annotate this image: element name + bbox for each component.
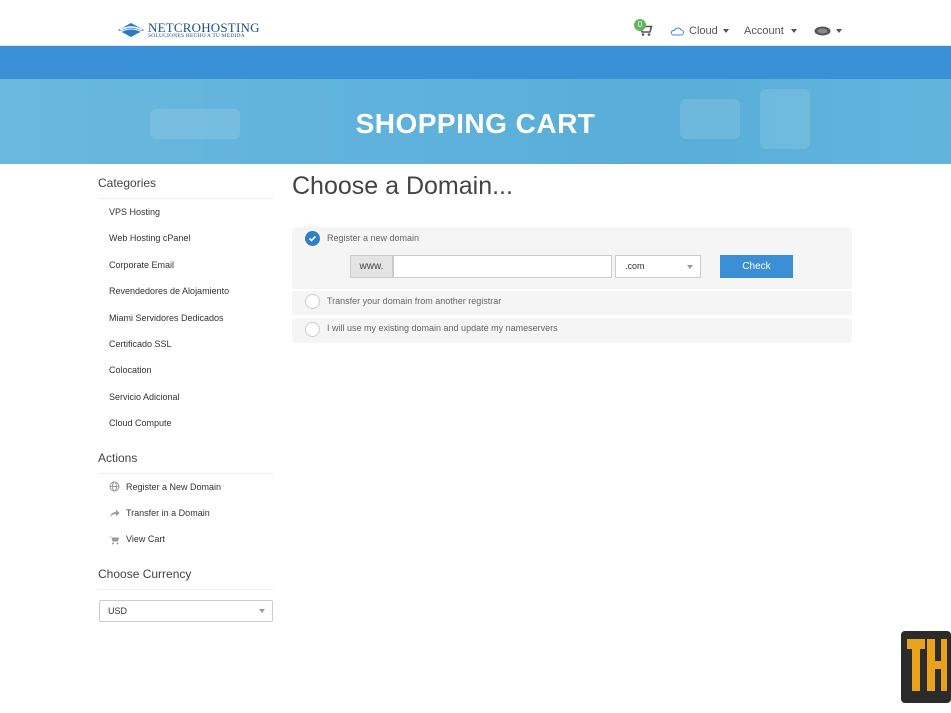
- nav-account-menu[interactable]: Account: [744, 25, 797, 37]
- category-item[interactable]: Miami Servidores Dedicados: [98, 305, 273, 331]
- domain-search-input[interactable]: [393, 255, 612, 278]
- transfer-radio[interactable]: [305, 294, 320, 309]
- watermark-logo-icon: [901, 631, 951, 711]
- category-item[interactable]: Revendedores de Alojamiento: [98, 278, 273, 304]
- tld-value: .com: [625, 261, 645, 271]
- action-label: View Cart: [126, 534, 165, 545]
- top-navbar: NETCROHOSTING SOLUCIONES HECHO A TU MEDI…: [0, 0, 951, 46]
- option-transfer-domain: Transfer your domain from another regist…: [292, 291, 852, 315]
- sidebar: Categories VPS Hosting Web Hosting cPane…: [98, 172, 273, 622]
- language-menu[interactable]: [814, 26, 842, 36]
- category-item[interactable]: Corporate Email: [98, 252, 273, 278]
- register-label[interactable]: Register a new domain: [327, 233, 419, 243]
- option-register-domain: Register a new domain www. .com Check: [292, 227, 852, 289]
- transfer-label[interactable]: Transfer your domain from another regist…: [327, 296, 501, 306]
- category-item[interactable]: Cloud Compute: [98, 410, 273, 436]
- domain-heading: Choose a Domain...: [292, 172, 513, 200]
- chevron-down-icon: [259, 608, 265, 613]
- logo-name: NETCROHOSTING: [148, 19, 260, 35]
- logo-icon: [118, 23, 144, 37]
- site-logo[interactable]: NETCROHOSTING SOLUCIONES HECHO A TU MEDI…: [116, 20, 260, 40]
- register-radio[interactable]: [305, 231, 320, 246]
- globe-icon: [109, 481, 120, 492]
- actions-heading: Actions: [98, 447, 273, 474]
- check-button[interactable]: Check: [720, 255, 793, 278]
- cloud-icon: [670, 27, 684, 35]
- nav-cloud-label: Cloud: [689, 25, 718, 37]
- share-arrow-icon: [110, 509, 120, 517]
- currency-value: USD: [108, 605, 128, 616]
- www-prefix: www.: [350, 255, 393, 278]
- category-item[interactable]: VPS Hosting: [98, 199, 273, 225]
- currency-select[interactable]: USD: [99, 599, 273, 622]
- chevron-down-icon: [790, 29, 797, 33]
- action-register-domain[interactable]: Register a New Domain: [98, 474, 273, 500]
- logo-tagline: SOLUCIONES HECHO A TU MEDIDA: [148, 32, 245, 39]
- flag-icon: [814, 26, 831, 36]
- cart-count-badge: 0: [634, 19, 646, 31]
- category-item[interactable]: Colocation: [98, 357, 273, 383]
- checkmark-icon: [308, 235, 317, 242]
- existing-label[interactable]: I will use my existing domain and update…: [327, 323, 558, 333]
- nav-cloud-menu[interactable]: Cloud: [670, 25, 729, 37]
- categories-heading: Categories: [98, 172, 273, 199]
- chevron-down-icon: [722, 29, 729, 33]
- nav-account-label: Account: [744, 25, 784, 37]
- currency-heading: Choose Currency: [98, 563, 273, 590]
- tld-select[interactable]: .com: [615, 255, 701, 278]
- chevron-down-icon: [836, 29, 842, 33]
- option-existing-domain: I will use my existing domain and update…: [292, 318, 852, 343]
- secondary-nav-bar: [0, 46, 951, 79]
- action-transfer-domain[interactable]: Transfer in a Domain: [98, 500, 273, 526]
- category-item[interactable]: Web Hosting cPanel: [98, 225, 273, 251]
- action-view-cart[interactable]: View Cart: [98, 526, 273, 552]
- category-item[interactable]: Certificado SSL: [98, 331, 273, 357]
- action-label: Register a New Domain: [126, 481, 222, 492]
- chevron-down-icon: [687, 265, 693, 269]
- existing-radio[interactable]: [305, 322, 320, 337]
- page-title: SHOPPING CART: [355, 108, 596, 139]
- category-item[interactable]: Servicio Adicional: [98, 384, 273, 410]
- cart-icon: [109, 535, 119, 545]
- action-label: Transfer in a Domain: [126, 507, 210, 518]
